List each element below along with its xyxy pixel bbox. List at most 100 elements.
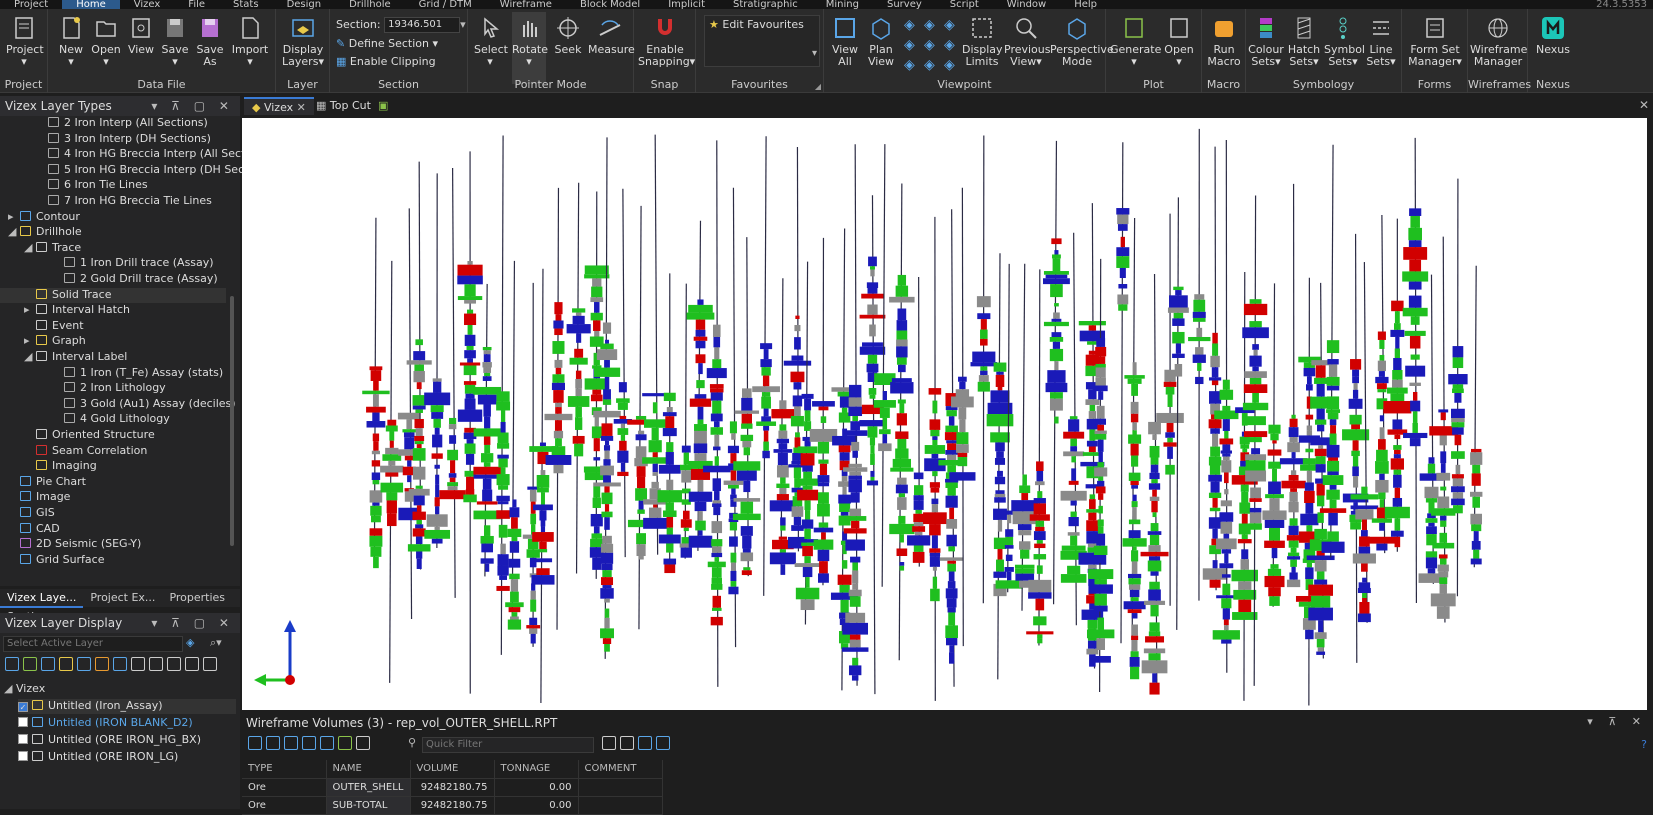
section-input[interactable]: 19346.501	[384, 17, 460, 33]
enable-clipping-button[interactable]: ▦ Enable Clipping	[336, 55, 436, 68]
layer-checkbox[interactable]	[18, 751, 28, 761]
active-layer-select[interactable]: Select Active Layer	[3, 636, 183, 652]
column-header-volume[interactable]: VOLUME	[410, 760, 494, 778]
menu-block-model[interactable]: Block Model	[566, 0, 654, 9]
layer-type-oriented-structure[interactable]: Oriented Structure	[0, 428, 226, 443]
menu-design[interactable]: Design	[273, 0, 336, 9]
expand-toggle-icon[interactable]: ▸	[8, 210, 20, 223]
save-as-button[interactable]: Save As	[194, 15, 226, 68]
layer-type-3-gold-au1-assay-deciles[interactable]: 3 Gold (Au1) Assay (deciles)	[0, 397, 226, 412]
form-set-manager-button[interactable]: Form Set Manager▾	[1404, 15, 1466, 68]
layer-type-event[interactable]: Event	[0, 319, 226, 334]
close-document-icon[interactable]: ✕	[1639, 98, 1649, 112]
tab-top-cut[interactable]: ▦ Top Cut	[308, 97, 379, 115]
help-icon[interactable]: ?	[1641, 738, 1647, 751]
layer-item[interactable]: Untitled (ORE IRON_HG_BX)	[18, 733, 236, 748]
layer-type-2-iron-lithology[interactable]: 2 Iron Lithology	[0, 381, 226, 396]
layer-type-cad[interactable]: CAD	[0, 522, 226, 537]
layer-type-contour[interactable]: ▸Contour	[0, 210, 226, 225]
view-all-button[interactable]: View All	[828, 15, 862, 68]
menu-project[interactable]: Project	[0, 0, 62, 9]
search-icon[interactable]: ⌕▾	[210, 636, 222, 650]
report-tool-icon-2[interactable]	[284, 736, 298, 750]
menu-stats[interactable]: Stats	[219, 0, 273, 9]
drillhole-trace[interactable]	[453, 168, 456, 598]
line-sets-button[interactable]: Line Sets▾	[1364, 15, 1398, 68]
nexus-button[interactable]: Nexus	[1532, 15, 1574, 56]
column-header-tonnage[interactable]: TONNAGE	[494, 760, 578, 778]
table-row[interactable]: OreSUB-TOTAL92482180.750.00	[242, 796, 662, 814]
layer-tool-icon-5[interactable]	[95, 657, 109, 671]
layer-type-6-iron-tie-lines[interactable]: 6 Iron Tie Lines	[0, 178, 226, 193]
layer-tool-icon-3[interactable]	[59, 657, 73, 671]
view-front-icon[interactable]: ◈	[904, 17, 915, 33]
dialog-launcher-icon[interactable]: ◢	[815, 82, 821, 91]
layer-type-trace[interactable]: ◢Trace	[0, 241, 226, 256]
layer-checkbox[interactable]: ✓	[18, 702, 28, 712]
layer-item[interactable]: ✓Untitled (Iron_Assay)	[18, 699, 236, 714]
wireframe-manager-button[interactable]: Wireframe Manager	[1470, 15, 1526, 68]
layer-tool-icon-8[interactable]	[149, 657, 163, 671]
menu-stratigraphic[interactable]: Stratigraphic	[719, 0, 812, 9]
layers-stack-icon[interactable]: ◈	[186, 636, 194, 649]
drillhole-trace[interactable]	[882, 144, 885, 587]
layer-type-interval-label[interactable]: ◢Interval Label	[0, 350, 226, 365]
expand-toggle-icon[interactable]: ◢	[8, 225, 20, 238]
vizex-root-node[interactable]: ◢Vizex	[4, 682, 45, 697]
symbol-sets-button[interactable]: Symbol Sets▾	[1324, 15, 1362, 68]
layer-item[interactable]: Untitled (IRON BLANK_D2)	[18, 716, 236, 731]
layer-tool-icon-7[interactable]	[131, 657, 145, 671]
menu-wireframe[interactable]: Wireframe	[486, 0, 566, 9]
view-left-icon[interactable]: ◈	[944, 17, 955, 33]
view-top-icon[interactable]: ◈	[924, 37, 935, 53]
drillhole-trace[interactable]	[1273, 283, 1274, 606]
seek-button[interactable]: Seek	[552, 15, 584, 56]
report-tool-icon-5[interactable]	[338, 736, 352, 750]
menu-mining[interactable]: Mining	[812, 0, 873, 9]
menu-window[interactable]: Window	[993, 0, 1060, 9]
define-section-button[interactable]: ✎ Define Section ▾	[336, 37, 438, 50]
close-icon[interactable]: ✕	[297, 101, 306, 114]
drillhole-trace[interactable]	[512, 261, 514, 628]
layer-type-4-iron-hg-breccia-interp-all-sections[interactable]: 4 Iron HG Breccia Interp (All Sections	[0, 147, 226, 162]
tree-scrollbar[interactable]	[230, 296, 234, 546]
hatch-sets-button[interactable]: Hatch Sets▾	[1286, 15, 1322, 68]
drillhole-scene[interactable]	[242, 118, 1647, 710]
colour-sets-button[interactable]: Colour Sets▾	[1248, 15, 1284, 68]
new-tab-button[interactable]: ▣	[370, 97, 396, 115]
layer-type-3-iron-interp-dh-sections[interactable]: 3 Iron Interp (DH Sections)	[0, 132, 226, 147]
display-layers-button[interactable]: Display Layers▾	[280, 15, 326, 68]
select-button[interactable]: Select▾	[474, 15, 506, 68]
drillhole-trace[interactable]	[998, 253, 1000, 679]
table-row[interactable]: OreOUTER_SHELL92482180.750.00	[242, 778, 662, 796]
drillhole-trace[interactable]	[623, 189, 625, 557]
layer-type-4-gold-lithology[interactable]: 4 Gold Lithology	[0, 412, 226, 427]
column-header-type[interactable]: TYPE	[242, 760, 326, 778]
layer-type-7-iron-hg-breccia-tie-lines[interactable]: 7 Iron HG Breccia Tie Lines	[0, 194, 226, 209]
layer-type-interval-hatch[interactable]: ▸Interval Hatch	[0, 303, 226, 318]
report-tool-icon-1[interactable]	[266, 736, 280, 750]
favourites-gallery[interactable]: ★ Edit Favourites ▾	[704, 15, 820, 67]
report-tool-icon-6[interactable]	[356, 736, 370, 750]
layer-tool-icon-1[interactable]	[23, 657, 37, 671]
layer-tool-icon-9[interactable]	[167, 657, 181, 671]
view-back-icon[interactable]: ◈	[924, 17, 935, 33]
left-tab-0[interactable]: Vizex Laye...	[0, 589, 83, 608]
panel-controls[interactable]: ▾ ⊼ ▢ ✕	[151, 616, 234, 630]
layer-type-solid-trace[interactable]: Solid Trace	[0, 288, 226, 303]
menu-vizex[interactable]: Vizex	[120, 0, 175, 9]
project-button[interactable]: Project▾	[6, 15, 42, 68]
report-view-icon-0[interactable]	[602, 736, 616, 750]
new-button[interactable]: New▾	[56, 15, 86, 68]
measure-button[interactable]: Measure	[588, 15, 632, 56]
view-iso1-icon[interactable]: ◈	[904, 57, 915, 73]
report-view-icon-1[interactable]	[620, 736, 634, 750]
layer-type-5-iron-hg-breccia-interp-dh-sections[interactable]: 5 Iron HG Breccia Interp (DH Sections	[0, 163, 226, 178]
layer-type-2d-seismic-seg-y[interactable]: 2D Seismic (SEG-Y)	[0, 537, 226, 552]
column-header-comment[interactable]: COMMENT	[578, 760, 662, 778]
expand-toggle-icon[interactable]: ▸	[24, 303, 36, 316]
menu-survey[interactable]: Survey	[873, 0, 936, 9]
plan-view-button[interactable]: Plan View	[864, 15, 898, 68]
layer-type-pie-chart[interactable]: Pie Chart	[0, 475, 226, 490]
vizex-3d-viewport[interactable]	[242, 118, 1647, 710]
